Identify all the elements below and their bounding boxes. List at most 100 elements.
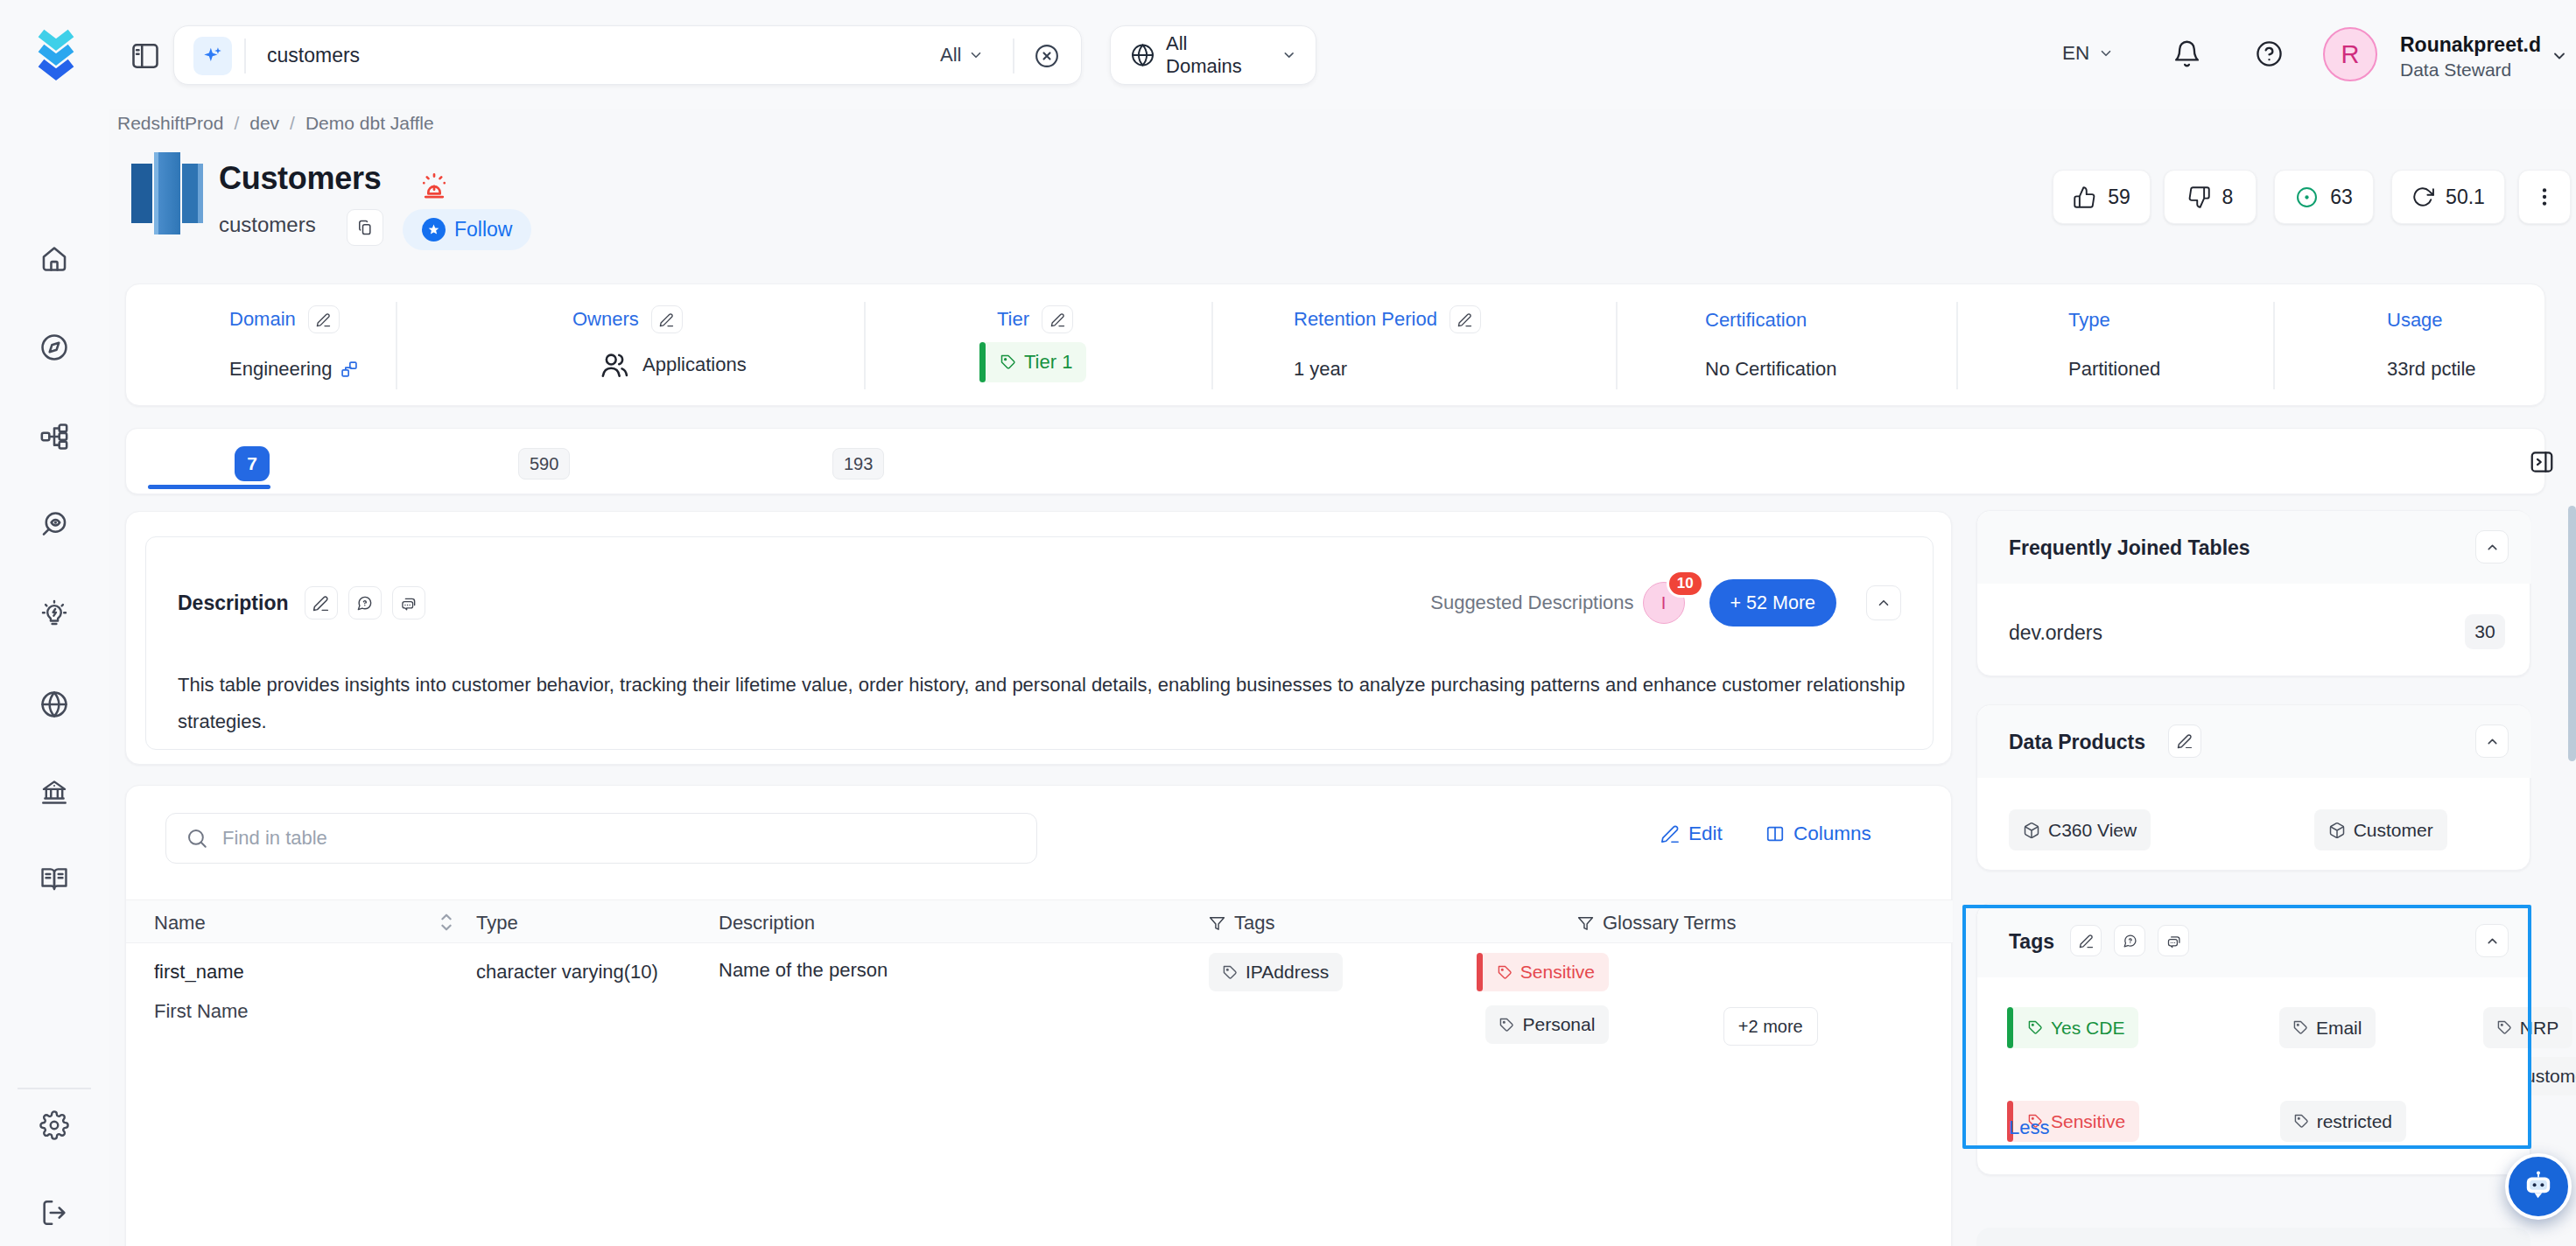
edit-tier-button[interactable] (1042, 305, 1073, 333)
data-products-card: Data Products C360 View Customer (1976, 704, 2530, 871)
comment-description-button[interactable] (348, 586, 382, 620)
sidebar-toggle-icon[interactable] (130, 40, 161, 72)
metadata-value-retention: 1 year (1294, 358, 1347, 381)
governance-bank-icon[interactable] (39, 776, 69, 806)
edit-tags-button[interactable] (2070, 925, 2102, 956)
tag-chip[interactable]: restricted (2280, 1101, 2406, 1142)
language-selector[interactable]: EN (2062, 42, 2114, 65)
breadcrumb-item[interactable]: Demo dbt Jaffle (305, 113, 434, 134)
find-in-table[interactable]: Find in table (165, 813, 1037, 864)
upvotes-button[interactable]: 59 (2053, 170, 2151, 224)
filter-funnel-icon[interactable] (1209, 915, 1225, 932)
more-actions-button[interactable] (2518, 170, 2571, 224)
sort-icon[interactable] (437, 911, 456, 934)
scrollbar-thumb[interactable] (2568, 506, 2576, 761)
globe-nav-icon[interactable] (39, 690, 69, 719)
breadcrumb-item[interactable]: dev (249, 113, 279, 134)
metadata-label-retention[interactable]: Retention Period (1294, 308, 1437, 331)
description-text: This table provides insights into custom… (178, 667, 1906, 740)
freshness-button[interactable]: 50.1 (2391, 170, 2505, 224)
copy-tags-button[interactable] (2158, 925, 2189, 956)
help-icon[interactable] (2255, 39, 2284, 68)
settings-gear-icon[interactable] (39, 1110, 69, 1140)
left-nav-rail (0, 109, 109, 1246)
tag-chip[interactable]: Yes CDE (2007, 1007, 2138, 1048)
metadata-value-owners[interactable]: Applications (642, 354, 747, 376)
downvotes-button[interactable]: 8 (2164, 170, 2257, 224)
edit-owners-button[interactable] (651, 305, 683, 333)
column-header-description[interactable]: Description (719, 912, 815, 934)
tag-chip[interactable]: IPAddress (1209, 953, 1343, 991)
columns-button[interactable]: Columns (1765, 822, 1871, 845)
metadata-label-domain[interactable]: Domain (229, 308, 296, 331)
global-search[interactable]: customers All (173, 25, 1082, 85)
column-header-glossary[interactable]: Glossary Terms (1577, 912, 1736, 934)
copy-description-button[interactable] (392, 586, 425, 620)
metadata-label-certification[interactable]: Certification (1705, 309, 1807, 332)
collapse-panel-icon[interactable] (2529, 449, 2555, 475)
column-header-tags[interactable]: Tags (1209, 912, 1274, 934)
edit-description-button[interactable] (305, 586, 338, 620)
owners-group-icon (599, 349, 630, 381)
user-name: Rounakpreet.d (2400, 33, 2541, 57)
metadata-label-type[interactable]: Type (2068, 309, 2110, 332)
score-button[interactable]: 63 (2274, 170, 2374, 224)
thumbs-down-icon (2187, 186, 2211, 209)
tag-chip[interactable]: Personal (1485, 1005, 1609, 1044)
observability-search-icon[interactable] (39, 510, 69, 540)
collapse-joined-button[interactable] (2475, 530, 2509, 564)
metadata-label-owners[interactable]: Owners (572, 308, 639, 331)
avatar[interactable]: R (2323, 27, 2377, 81)
edit-domain-button[interactable] (308, 305, 340, 333)
announcement-alert-icon[interactable] (418, 167, 451, 200)
glossary-book-icon[interactable] (39, 864, 69, 893)
column-header-name[interactable]: Name (154, 912, 206, 934)
chevron-down-icon (968, 47, 984, 63)
user-menu-chevron-icon[interactable] (2551, 47, 2568, 65)
domains-filter[interactable]: All Domains (1110, 25, 1316, 85)
search-scope-dropdown[interactable]: All (940, 44, 984, 66)
atlan-logo[interactable] (35, 24, 77, 81)
follow-star-icon (422, 218, 446, 242)
logout-icon[interactable] (39, 1198, 69, 1228)
notifications-bell-icon[interactable] (2172, 39, 2201, 68)
filter-funnel-icon[interactable] (1577, 915, 1594, 932)
global-search-input[interactable]: customers (267, 44, 360, 67)
metadata-value-domain[interactable]: Engineering (229, 358, 332, 381)
home-icon[interactable] (39, 244, 69, 274)
collapse-description-button[interactable] (1866, 585, 1901, 620)
column-name[interactable]: first_name (154, 961, 244, 984)
tier-badge[interactable]: Tier 1 (979, 342, 1086, 382)
edit-data-products-button[interactable] (2168, 724, 2201, 758)
metadata-label-tier[interactable]: Tier (997, 308, 1029, 331)
edit-retention-button[interactable] (1449, 305, 1481, 333)
breadcrumb: RedshiftProd / dev / Demo dbt Jaffle (117, 113, 434, 134)
more-suggestions-button[interactable]: + 52 More (1709, 579, 1836, 626)
tag-chip[interactable]: Sensitive (1477, 953, 1609, 991)
collapse-products-button[interactable] (2475, 724, 2509, 758)
refresh-icon (2411, 186, 2434, 208)
column-header-type[interactable]: Type (476, 912, 518, 934)
comment-tags-button[interactable] (2114, 925, 2145, 956)
tag-chip[interactable]: Email (2279, 1007, 2376, 1048)
data-product-chip[interactable]: Customer (2314, 809, 2447, 850)
data-product-chip[interactable]: C360 View (2009, 809, 2151, 850)
products-flow-icon[interactable] (39, 422, 69, 452)
show-less-link[interactable]: Less (2009, 1116, 2049, 1139)
breadcrumb-item[interactable]: RedshiftProd (117, 113, 223, 134)
discover-compass-icon[interactable] (39, 332, 69, 362)
clear-search-icon[interactable] (1034, 43, 1060, 69)
more-tags-button[interactable]: +2 more (1723, 1007, 1818, 1046)
tag-chip[interactable]: NRP (2483, 1007, 2572, 1048)
chatbot-button[interactable] (2505, 1153, 2572, 1220)
metadata-label-usage[interactable]: Usage (2387, 309, 2443, 332)
copy-name-button[interactable] (347, 209, 383, 246)
tags-card: Tags Yes CDE Email NRP PhoneNumber Sensi… (1976, 903, 2530, 1175)
downvotes-count: 8 (2222, 186, 2234, 209)
edit-table-button[interactable]: Edit (1660, 822, 1723, 845)
tag-icon (2497, 1020, 2512, 1035)
follow-button[interactable]: Follow (403, 209, 531, 250)
joined-table-name[interactable]: dev.orders (2009, 621, 2102, 645)
insights-bulb-icon[interactable] (39, 598, 69, 628)
collapse-tags-button[interactable] (2475, 924, 2509, 957)
